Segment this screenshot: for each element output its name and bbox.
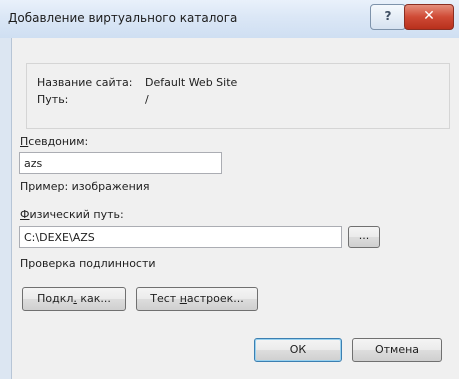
test-settings-button[interactable]: Тест настроек... — [136, 287, 258, 311]
site-name-label: Название сайта: — [37, 76, 133, 89]
alias-label: Псевдоним: — [20, 135, 89, 148]
help-icon: ? — [384, 9, 392, 23]
path-label: Путь: — [37, 93, 69, 106]
physical-path-label: Физический путь: — [20, 208, 124, 221]
dialog-content: Название сайта: Default Web Site Путь: /… — [12, 38, 459, 379]
alias-input[interactable] — [19, 152, 222, 174]
ok-button[interactable]: ОК — [254, 338, 342, 362]
add-virtual-directory-dialog: Добавление виртуального каталога ? ✕ Наз… — [0, 0, 459, 379]
title-bar: Добавление виртуального каталога ? ✕ — [0, 0, 459, 39]
cancel-button[interactable]: Отмена — [352, 338, 442, 362]
site-name-value: Default Web Site — [145, 76, 238, 89]
browse-button[interactable]: ... — [348, 226, 380, 248]
site-info-group: Название сайта: Default Web Site Путь: / — [26, 63, 450, 129]
alias-example-text: Пример: изображения — [20, 180, 150, 193]
path-value: / — [145, 93, 149, 106]
physical-path-input[interactable] — [19, 226, 342, 248]
close-icon: ✕ — [423, 8, 435, 24]
authentication-label: Проверка подлинности — [20, 257, 156, 270]
dialog-title: Добавление виртуального каталога — [8, 11, 238, 25]
connect-as-button[interactable]: Подкл. как... — [22, 287, 126, 311]
window-left-edge — [0, 38, 12, 379]
close-button[interactable]: ✕ — [404, 4, 454, 30]
help-button[interactable]: ? — [370, 4, 406, 30]
